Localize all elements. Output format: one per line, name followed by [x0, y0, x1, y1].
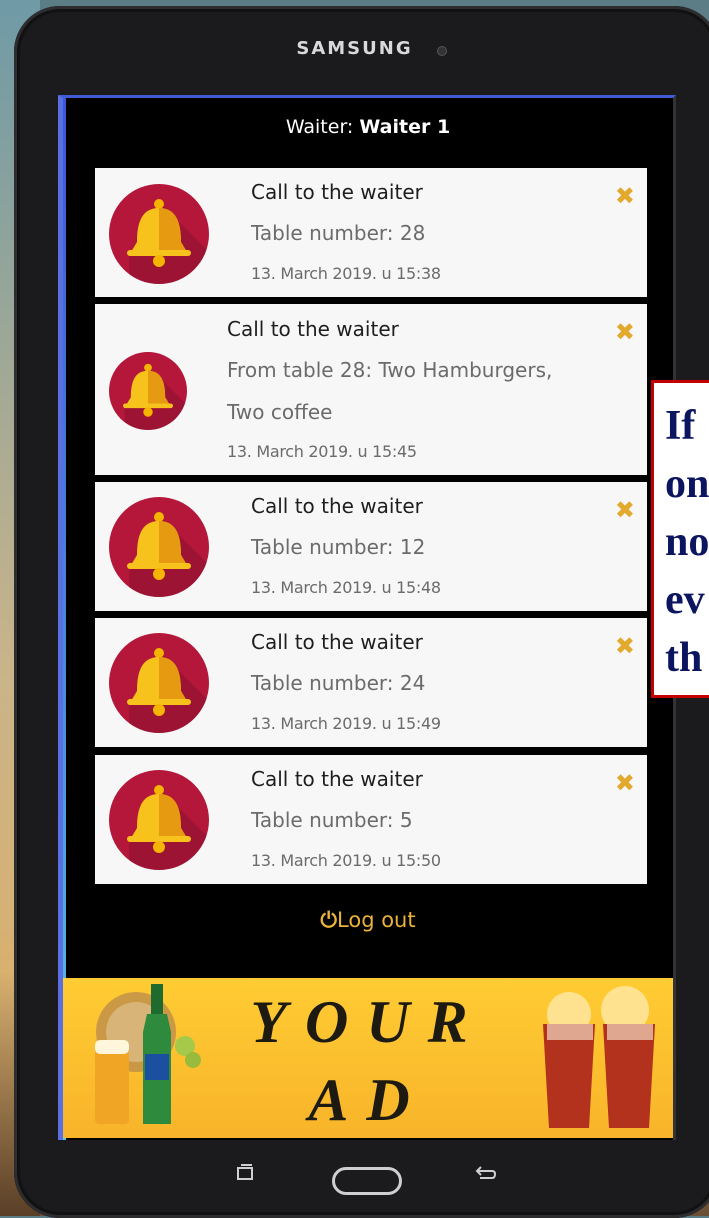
- close-icon[interactable]: ✖: [615, 498, 635, 522]
- ad-banner[interactable]: YOUR AD: [63, 978, 673, 1138]
- notification-card[interactable]: Call to the waiter Table number: 12 13. …: [95, 482, 647, 611]
- logout-label: Log out: [337, 908, 416, 932]
- home-button[interactable]: [332, 1167, 402, 1195]
- notification-card[interactable]: Call to the waiter Table number: 28 13. …: [95, 168, 647, 297]
- close-icon[interactable]: ✖: [615, 184, 635, 208]
- notification-detail: Table number: 12: [251, 535, 426, 559]
- waiter-label: Waiter:: [285, 116, 360, 138]
- cola-illustration-icon: [543, 986, 655, 1128]
- notification-title: Call to the waiter: [251, 180, 423, 204]
- recent-apps-button[interactable]: [234, 1162, 256, 1188]
- bell-icon: [109, 633, 209, 733]
- notification-detail: Two coffee: [227, 400, 333, 424]
- waiter-name: Waiter 1: [359, 116, 451, 138]
- close-icon[interactable]: ✖: [615, 634, 635, 658]
- notification-time: 13. March 2019. u 15:49: [251, 714, 441, 733]
- notification-detail: From table 28: Two Hamburgers,: [227, 358, 553, 382]
- app-screen: Waiter: Waiter 1 Call to the waiter Tabl…: [58, 95, 676, 1140]
- bell-icon: [109, 770, 209, 870]
- notification-time: 13. March 2019. u 15:38: [251, 264, 441, 283]
- back-button[interactable]: [474, 1162, 498, 1188]
- bell-icon: [109, 497, 209, 597]
- notification-time: 13. March 2019. u 15:50: [251, 851, 441, 870]
- notification-title: Call to the waiter: [251, 630, 423, 654]
- callout-text: If on no ev th: [665, 403, 709, 681]
- notification-detail: Table number: 24: [251, 671, 426, 695]
- power-icon: ⏻: [320, 908, 338, 932]
- notification-time: 13. March 2019. u 15:45: [227, 442, 417, 461]
- recent-apps-icon: [237, 1164, 253, 1180]
- bell-icon: [109, 352, 187, 430]
- logout-button[interactable]: ⏻Log out: [63, 908, 673, 933]
- device-brand: SAMSUNG: [296, 38, 413, 59]
- notification-detail: Table number: 28: [251, 221, 426, 245]
- close-icon[interactable]: ✖: [615, 320, 635, 344]
- notification-card[interactable]: Call to the waiter Table number: 24 13. …: [95, 618, 647, 747]
- notification-card[interactable]: Call to the waiter From table 28: Two Ha…: [95, 304, 647, 475]
- waiter-header: Waiter: Waiter 1: [63, 116, 673, 138]
- notification-title: Call to the waiter: [251, 494, 423, 518]
- back-icon: [475, 1166, 497, 1179]
- bell-icon: [109, 184, 209, 284]
- close-icon[interactable]: ✖: [615, 771, 635, 795]
- notification-detail: Table number: 5: [251, 808, 413, 832]
- front-camera: [437, 46, 447, 56]
- notification-title: Call to the waiter: [227, 317, 399, 341]
- notification-time: 13. March 2019. u 15:48: [251, 578, 441, 597]
- notification-title: Call to the waiter: [251, 767, 423, 791]
- callout-box: If on no ev th: [651, 380, 709, 698]
- notification-card[interactable]: Call to the waiter Table number: 5 13. M…: [95, 755, 647, 884]
